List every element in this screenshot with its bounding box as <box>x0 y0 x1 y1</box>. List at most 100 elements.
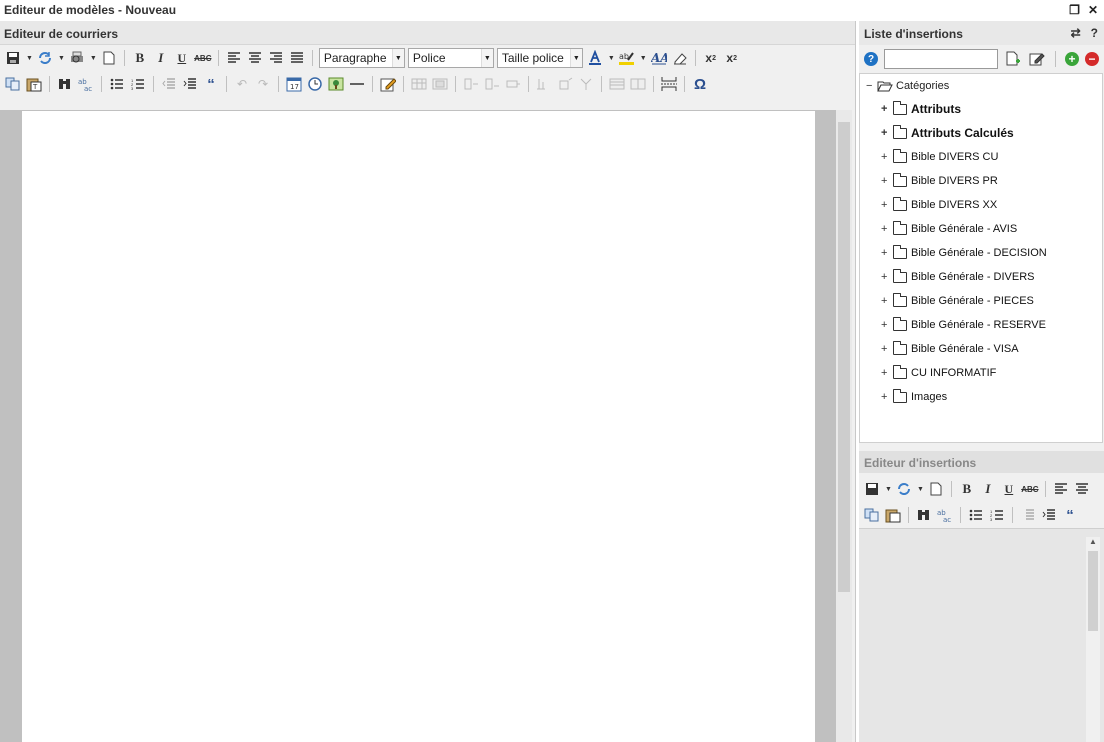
expand-icon[interactable]: + <box>881 223 889 235</box>
insertion-editor-area[interactable]: ▲ <box>859 528 1104 742</box>
tree-item-attributs-calcules[interactable]: + Attributs Calculés <box>881 124 1014 141</box>
replace-icon[interactable]: ab ac <box>936 505 954 525</box>
numbered-list-icon[interactable]: 123 <box>988 505 1006 525</box>
tree-item-attributs[interactable]: + Attributs <box>881 100 961 117</box>
bold-button[interactable]: B <box>958 479 976 499</box>
table-column-icon[interactable] <box>483 74 501 94</box>
tree-item-bible-divers-pr[interactable]: + Bible DIVERS PR <box>881 172 998 189</box>
save-icon[interactable] <box>863 479 881 499</box>
expand-icon[interactable]: + <box>881 151 889 163</box>
print-preview-icon[interactable] <box>68 48 86 68</box>
outdent-icon[interactable] <box>1019 505 1037 525</box>
align-justify-icon[interactable] <box>288 48 306 68</box>
indent-icon[interactable] <box>181 74 199 94</box>
find-icon[interactable] <box>915 505 933 525</box>
highlight-color-icon[interactable]: ab <box>618 48 636 68</box>
page-break-icon[interactable] <box>660 74 678 94</box>
scroll-up-icon[interactable]: ▲ <box>1086 537 1100 549</box>
refresh-dropdown-icon[interactable]: ▼ <box>917 486 924 493</box>
expand-icon[interactable]: + <box>881 247 889 259</box>
outdent-icon[interactable] <box>160 74 178 94</box>
underline-button[interactable]: U <box>173 48 191 68</box>
tree-item-bible-divers-xx[interactable]: + Bible DIVERS XX <box>881 196 997 213</box>
expand-icon[interactable]: + <box>881 295 889 307</box>
copy-icon[interactable] <box>863 505 881 525</box>
expand-icon[interactable]: + <box>881 367 889 379</box>
redo-icon[interactable]: ↷ <box>254 74 272 94</box>
tree-item-bible-generale-reserve[interactable]: + Bible Générale - RESERVE <box>881 316 1046 333</box>
align-left-icon[interactable] <box>225 48 243 68</box>
expand-icon[interactable]: + <box>881 175 889 187</box>
copy-icon[interactable] <box>4 74 22 94</box>
undo-icon[interactable]: ↶ <box>233 74 251 94</box>
new-document-icon[interactable] <box>927 479 945 499</box>
form-edit-icon[interactable] <box>379 74 397 94</box>
text-color-dropdown-icon[interactable]: ▼ <box>608 55 615 62</box>
refresh-icon[interactable] <box>895 479 913 499</box>
table-row-icon[interactable] <box>462 74 480 94</box>
align-center-icon[interactable] <box>246 48 264 68</box>
editor-scrollbar-thumb[interactable] <box>838 122 850 592</box>
table-properties-icon[interactable] <box>431 74 449 94</box>
restore-icon[interactable]: ❐ <box>1069 3 1080 17</box>
tree-item-bible-generale-visa[interactable]: + Bible Générale - VISA <box>881 340 1019 357</box>
tree-root-categories[interactable]: − Catégories <box>866 80 949 92</box>
tree-item-cu-informatif[interactable]: + CU INFORMATIF <box>881 364 996 381</box>
save-dropdown-icon[interactable]: ▼ <box>26 55 33 62</box>
paragraph-format-select[interactable]: Paragraphe ▼ <box>318 48 405 68</box>
subscript-icon[interactable]: x2 <box>702 48 720 68</box>
expand-icon[interactable]: + <box>881 343 889 355</box>
paste-text-icon[interactable]: T <box>25 74 43 94</box>
bullet-list-icon[interactable] <box>967 505 985 525</box>
save-dropdown-icon[interactable]: ▼ <box>885 486 892 493</box>
find-icon[interactable] <box>56 74 74 94</box>
tree-item-bible-divers-cu[interactable]: + Bible DIVERS CU <box>881 148 998 165</box>
font-style-icon[interactable]: AA <box>650 48 668 68</box>
editor-scrollbar[interactable] <box>836 110 852 742</box>
align-right-icon[interactable] <box>267 48 285 68</box>
horizontal-rule-icon[interactable] <box>348 74 366 94</box>
document-page[interactable] <box>22 111 815 742</box>
strikethrough-button[interactable]: ABC <box>1021 479 1039 499</box>
refresh-pane-icon[interactable]: ⇄ <box>1071 26 1081 40</box>
align-center-icon[interactable] <box>1073 479 1091 499</box>
expand-icon[interactable]: + <box>881 199 889 211</box>
italic-button[interactable]: I <box>979 479 997 499</box>
font-family-select[interactable]: Police ▼ <box>407 48 494 68</box>
bullet-list-icon[interactable] <box>108 74 126 94</box>
calendar-icon[interactable]: 17 <box>285 74 303 94</box>
clock-icon[interactable] <box>306 74 324 94</box>
remove-circle-icon[interactable]: − <box>1085 52 1099 66</box>
tree-item-bible-generale-pieces[interactable]: + Bible Générale - PIECES <box>881 292 1034 309</box>
split-vertical-icon[interactable] <box>577 74 595 94</box>
replace-icon[interactable]: ab ac <box>77 74 95 94</box>
question-circle-icon[interactable]: ? <box>864 52 878 66</box>
insertion-scrollbar-thumb[interactable] <box>1088 551 1098 631</box>
new-document-icon[interactable] <box>100 48 118 68</box>
merge-cells-icon[interactable] <box>535 74 553 94</box>
table-layout-icon[interactable] <box>629 74 647 94</box>
align-left-icon[interactable] <box>1052 479 1070 499</box>
insertion-search-input[interactable] <box>884 49 998 69</box>
split-cells-icon[interactable] <box>556 74 574 94</box>
strikethrough-button[interactable]: ABC <box>194 48 212 68</box>
collapse-icon[interactable]: − <box>866 80 874 92</box>
eraser-icon[interactable] <box>671 48 689 68</box>
refresh-icon[interactable] <box>36 48 54 68</box>
underline-button[interactable]: U <box>1000 479 1018 499</box>
blockquote-icon[interactable]: “ <box>202 74 220 94</box>
indent-icon[interactable] <box>1040 505 1058 525</box>
tree-item-bible-generale-avis[interactable]: + Bible Générale - AVIS <box>881 220 1017 237</box>
tree-item-bible-generale-divers[interactable]: + Bible Générale - DIVERS <box>881 268 1035 285</box>
table-cell-icon[interactable] <box>504 74 522 94</box>
table-insert-icon[interactable] <box>410 74 428 94</box>
highlight-dropdown-icon[interactable]: ▼ <box>640 55 647 62</box>
edit-icon[interactable] <box>1028 49 1046 69</box>
special-char-button[interactable]: Ω <box>691 74 709 94</box>
expand-icon[interactable]: + <box>881 391 889 403</box>
add-circle-icon[interactable]: + <box>1065 52 1079 66</box>
blockquote-icon[interactable]: “ <box>1061 505 1079 525</box>
image-icon[interactable] <box>327 74 345 94</box>
italic-button[interactable]: I <box>152 48 170 68</box>
insertion-scrollbar[interactable]: ▲ <box>1086 537 1100 742</box>
